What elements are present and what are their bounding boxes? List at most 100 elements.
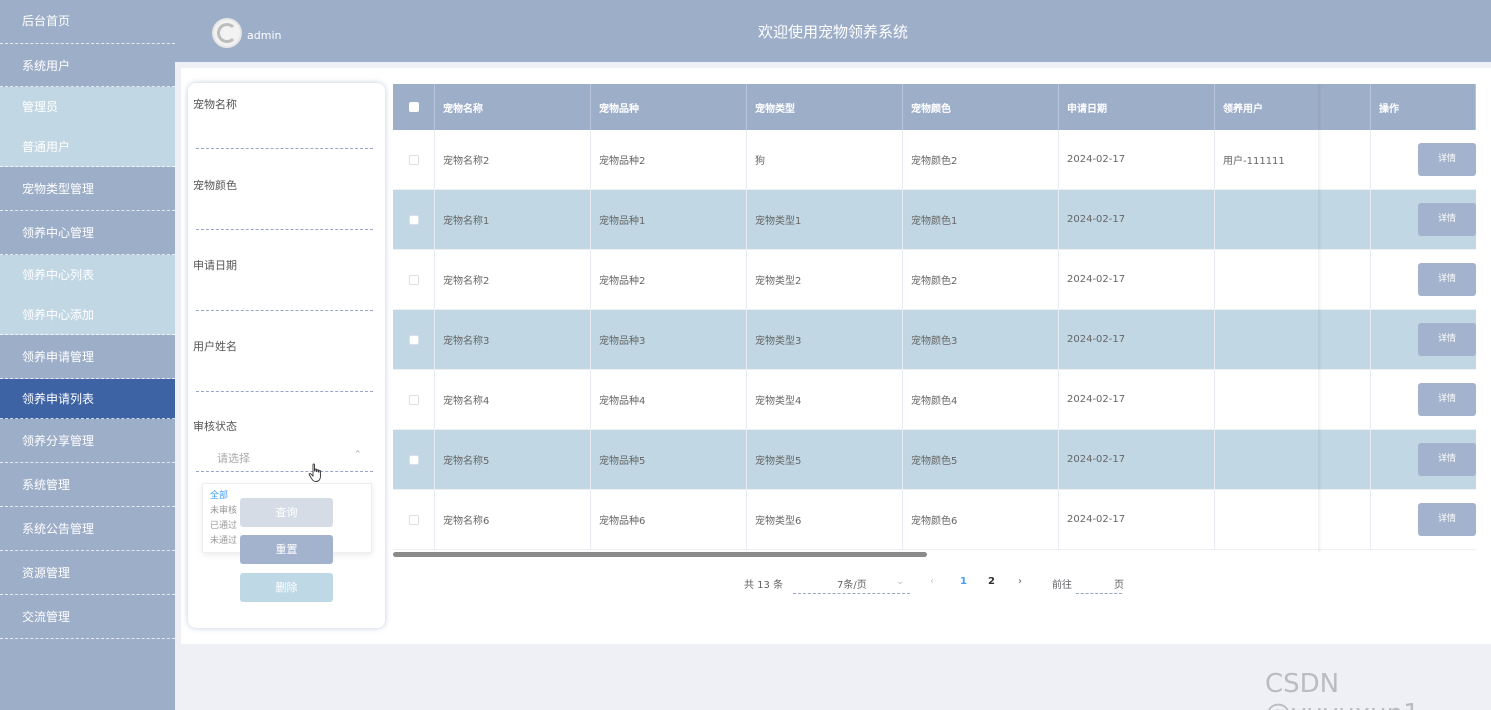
cell-pet-name: 宠物名称2 xyxy=(435,130,591,189)
sidebar-item-adoption-apply-list[interactable]: 领养申请列表 xyxy=(0,379,175,419)
sidebar-item-adoption-center[interactable]: 领养中心管理 xyxy=(0,211,175,255)
cell-user xyxy=(1215,370,1371,429)
status-option-approved[interactable]: 已通过 xyxy=(210,518,237,531)
cell-pet-type: 宠物类型3 xyxy=(747,310,903,369)
status-option-rejected[interactable]: 未通过 xyxy=(210,533,237,546)
sidebar-item-adoption-center-add[interactable]: 领养中心添加 xyxy=(0,295,175,335)
pet-color-input[interactable] xyxy=(196,204,373,230)
page-size-value: 7条/页 xyxy=(837,580,867,591)
detail-button[interactable]: 详情 xyxy=(1418,503,1476,536)
row-checkbox[interactable] xyxy=(408,454,419,465)
row-checkbox[interactable] xyxy=(408,274,419,285)
sidebar-item-notice[interactable]: 系统公告管理 xyxy=(0,507,175,551)
fixed-column-shadow xyxy=(1318,84,1322,552)
cell-actions: 详情 xyxy=(1371,490,1476,549)
table-row: 宠物名称5 宠物品种5 宠物类型5 宠物颜色5 2024-02-17 详情 xyxy=(393,430,1476,490)
pet-color-label: 宠物颜色 xyxy=(193,179,237,192)
cell-pet-type: 宠物类型1 xyxy=(747,190,903,249)
sidebar-item-adoption-center-list[interactable]: 领养中心列表 xyxy=(0,255,175,295)
table-row: 宠物名称3 宠物品种3 宠物类型3 宠物颜色3 2024-02-17 详情 xyxy=(393,310,1476,370)
sidebar-item-admin[interactable]: 管理员 xyxy=(0,87,175,127)
status-option-pending[interactable]: 未审核 xyxy=(210,503,237,516)
status-label: 审核状态 xyxy=(193,420,237,433)
row-checkbox[interactable] xyxy=(408,214,419,225)
reset-button[interactable]: 重置 xyxy=(240,535,333,564)
sidebar-item-communication[interactable]: 交流管理 xyxy=(0,595,175,639)
query-button[interactable]: 查询 xyxy=(240,498,333,527)
row-checkbox[interactable] xyxy=(408,394,419,405)
column-header: 宠物类型 xyxy=(747,84,903,130)
goto-suffix: 页 xyxy=(1114,580,1124,591)
cell-pet-name: 宠物名称5 xyxy=(435,430,591,489)
row-checkbox[interactable] xyxy=(408,514,419,525)
cell-pet-name: 宠物名称4 xyxy=(435,370,591,429)
cell-pet-breed: 宠物品种4 xyxy=(591,370,747,429)
column-header: 宠物颜色 xyxy=(903,84,1059,130)
cell-apply-date: 2024-02-17 xyxy=(1059,310,1215,369)
cell-apply-date: 2024-02-17 xyxy=(1059,190,1215,249)
cell-pet-type: 宠物类型4 xyxy=(747,370,903,429)
cell-actions: 详情 xyxy=(1371,310,1476,369)
cell-user xyxy=(1215,310,1371,369)
row-checkbox[interactable] xyxy=(408,334,419,345)
row-checkbox-cell xyxy=(393,490,435,549)
cell-pet-name: 宠物名称6 xyxy=(435,490,591,549)
scrollbar-thumb[interactable] xyxy=(393,552,927,557)
status-option-all[interactable]: 全部 xyxy=(210,488,228,501)
detail-button[interactable]: 详情 xyxy=(1418,143,1476,176)
sidebar-item-home[interactable]: 后台首页 xyxy=(0,0,175,44)
cell-actions: 详情 xyxy=(1371,190,1476,249)
cell-actions: 详情 xyxy=(1371,370,1476,429)
detail-button[interactable]: 详情 xyxy=(1418,383,1476,416)
row-checkbox-cell xyxy=(393,250,435,309)
sidebar-item-system-users[interactable]: 系统用户 xyxy=(0,44,175,87)
delete-button[interactable]: 删除 xyxy=(240,573,333,602)
column-header: 领养用户 xyxy=(1215,84,1371,130)
prev-page-icon[interactable]: ‹ xyxy=(930,576,934,587)
detail-button[interactable]: 详情 xyxy=(1418,263,1476,296)
cell-actions: 详情 xyxy=(1371,130,1476,189)
sidebar-item-resource[interactable]: 资源管理 xyxy=(0,551,175,595)
column-header: 申请日期 xyxy=(1059,84,1215,130)
row-checkbox[interactable] xyxy=(408,154,419,165)
page-2[interactable]: 2 xyxy=(988,576,995,587)
user-name-label: 用户姓名 xyxy=(193,340,237,353)
cell-pet-type: 宠物类型5 xyxy=(747,430,903,489)
cell-user xyxy=(1215,430,1371,489)
sidebar-item-system[interactable]: 系统管理 xyxy=(0,463,175,507)
sidebar-item-pet-type[interactable]: 宠物类型管理 xyxy=(0,167,175,211)
table-row: 宠物名称4 宠物品种4 宠物类型4 宠物颜色4 2024-02-17 详情 xyxy=(393,370,1476,430)
cell-pet-name: 宠物名称1 xyxy=(435,190,591,249)
sidebar-item-normal-users[interactable]: 普通用户 xyxy=(0,127,175,167)
column-header: 操作 xyxy=(1371,84,1476,130)
column-header: 宠物名称 xyxy=(435,84,591,130)
cell-pet-type: 狗 xyxy=(747,130,903,189)
cell-apply-date: 2024-02-17 xyxy=(1059,130,1215,189)
pet-name-input[interactable] xyxy=(196,123,373,149)
data-table: 宠物名称 宠物品种 宠物类型 宠物颜色 申请日期 领养用户 操作 宠物名称2 宠… xyxy=(393,84,1476,550)
sidebar-item-adoption-share[interactable]: 领养分享管理 xyxy=(0,419,175,463)
cell-pet-name: 宠物名称3 xyxy=(435,310,591,369)
cell-pet-color: 宠物颜色2 xyxy=(903,250,1059,309)
user-name-input[interactable] xyxy=(196,366,373,392)
status-placeholder: 请选择 xyxy=(217,452,250,465)
cell-pet-breed: 宠物品种1 xyxy=(591,190,747,249)
detail-button[interactable]: 详情 xyxy=(1418,443,1476,476)
cell-pet-color: 宠物颜色5 xyxy=(903,430,1059,489)
apply-date-input[interactable] xyxy=(196,285,373,311)
cell-user xyxy=(1215,190,1371,249)
page-1[interactable]: 1 xyxy=(960,576,967,587)
cell-actions: 详情 xyxy=(1371,430,1476,489)
cell-user: 用户-111111 xyxy=(1215,130,1371,189)
row-checkbox-cell xyxy=(393,310,435,369)
row-checkbox-cell xyxy=(393,130,435,189)
cell-pet-color: 宠物颜色2 xyxy=(903,130,1059,189)
detail-button[interactable]: 详情 xyxy=(1418,203,1476,236)
cell-pet-type: 宠物类型2 xyxy=(747,250,903,309)
row-checkbox-cell xyxy=(393,370,435,429)
sidebar-item-adoption-apply[interactable]: 领养申请管理 xyxy=(0,335,175,379)
select-all-checkbox[interactable] xyxy=(408,102,419,112)
detail-button[interactable]: 详情 xyxy=(1418,323,1476,356)
next-page-icon[interactable]: › xyxy=(1018,576,1022,587)
table-row: 宠物名称6 宠物品种6 宠物类型6 宠物颜色6 2024-02-17 详情 xyxy=(393,490,1476,550)
